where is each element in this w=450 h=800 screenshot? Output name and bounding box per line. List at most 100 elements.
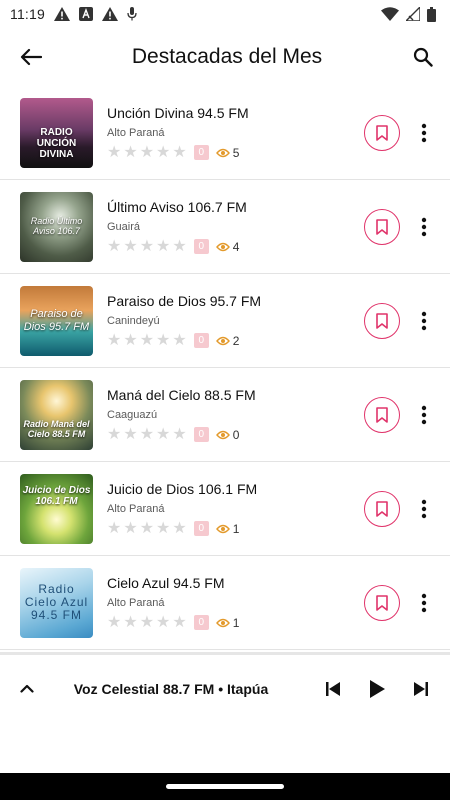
- star-icon[interactable]: ★: [172, 426, 186, 443]
- star-icon[interactable]: ★: [123, 332, 137, 349]
- rating-badge: 0: [193, 427, 209, 442]
- star-rating[interactable]: ★ ★ ★ ★ ★: [107, 144, 187, 161]
- star-icon[interactable]: ★: [156, 426, 170, 443]
- app-bar: Destacadas del Mes: [0, 28, 450, 86]
- view-count-value: 1: [232, 521, 240, 536]
- station-list: RADIO UNCIÓN DIVINA Unción Divina 94.5 F…: [0, 86, 450, 650]
- bookmark-icon: [376, 312, 388, 329]
- cover-text: RADIO UNCIÓN DIVINA: [36, 127, 77, 160]
- cover-text: Juicio de Dios 106.1 FM: [22, 484, 91, 507]
- star-icon[interactable]: ★: [107, 520, 121, 537]
- wifi-icon: [381, 7, 399, 21]
- star-icon[interactable]: ★: [156, 144, 170, 161]
- view-count-value: 5: [232, 145, 240, 160]
- star-rating[interactable]: ★ ★ ★ ★ ★: [107, 520, 187, 537]
- star-icon[interactable]: ★: [140, 144, 154, 161]
- star-icon[interactable]: ★: [107, 144, 121, 161]
- rating-badge: 0: [193, 521, 209, 536]
- bookmark-button[interactable]: [364, 584, 400, 621]
- arrow-left-icon: [20, 48, 42, 66]
- skip-previous-icon: [326, 681, 340, 696]
- more-options-button[interactable]: [414, 212, 434, 242]
- star-icon[interactable]: ★: [123, 426, 137, 443]
- previous-button[interactable]: [318, 674, 348, 704]
- star-icon[interactable]: ★: [107, 332, 121, 349]
- star-icon[interactable]: ★: [172, 614, 186, 631]
- rating-badge: 0: [193, 615, 209, 630]
- view-count: 0: [215, 428, 239, 442]
- star-icon[interactable]: ★: [140, 520, 154, 537]
- eye-icon: [215, 524, 230, 533]
- more-options-button[interactable]: [414, 306, 434, 336]
- rating-badge: 0: [193, 239, 209, 254]
- star-icon[interactable]: ★: [107, 426, 121, 443]
- now-playing-title: Voz Celestial 88.7 FM • Itapúa: [73, 680, 269, 697]
- star-icon[interactable]: ★: [140, 238, 154, 255]
- star-icon[interactable]: ★: [172, 520, 186, 537]
- star-icon[interactable]: ★: [140, 614, 154, 631]
- station-location: Alto Paraná: [107, 126, 165, 139]
- star-icon[interactable]: ★: [123, 238, 137, 255]
- star-icon[interactable]: ★: [156, 238, 170, 255]
- star-icon[interactable]: ★: [140, 426, 154, 443]
- star-rating[interactable]: ★ ★ ★ ★ ★: [107, 238, 187, 255]
- list-item[interactable]: Radio Último Aviso 106.7 Último Aviso 10…: [0, 180, 450, 274]
- battery-icon: [427, 6, 436, 22]
- more-vertical-icon: [421, 123, 427, 142]
- star-icon[interactable]: ★: [156, 332, 170, 349]
- station-cover: RADIO UNCIÓN DIVINA: [20, 97, 93, 168]
- bookmark-button[interactable]: [364, 302, 400, 339]
- star-icon[interactable]: ★: [107, 238, 121, 255]
- warning-icon: [54, 7, 70, 21]
- bookmark-button[interactable]: [364, 396, 400, 433]
- list-item[interactable]: Juicio de Dios 106.1 FM Juicio de Dios 1…: [0, 462, 450, 556]
- star-icon[interactable]: ★: [123, 520, 137, 537]
- star-icon[interactable]: ★: [172, 238, 186, 255]
- star-icon[interactable]: ★: [123, 144, 137, 161]
- cover-text: Radio Maná del Cielo 88.5 FM: [23, 418, 90, 439]
- list-item[interactable]: Radio Cielo Azul 94.5 FM Cielo Azul 94.5…: [0, 556, 450, 650]
- eye-icon: [215, 618, 230, 627]
- expand-player-button[interactable]: [16, 678, 38, 700]
- bookmark-button[interactable]: [364, 208, 400, 245]
- station-cover: Radio Maná del Cielo 88.5 FM: [20, 379, 93, 450]
- station-cover: Radio Cielo Azul 94.5 FM: [20, 567, 93, 638]
- play-button[interactable]: [362, 674, 392, 704]
- view-count-value: 2: [232, 333, 240, 348]
- star-rating[interactable]: ★ ★ ★ ★ ★: [107, 614, 187, 631]
- cover-text: Radio Último Aviso 106.7: [30, 215, 83, 236]
- bookmark-icon: [376, 594, 388, 611]
- next-button[interactable]: [406, 674, 436, 704]
- status-time: 11:19: [10, 6, 45, 22]
- system-navigation-bar: [0, 773, 450, 800]
- more-options-button[interactable]: [414, 118, 434, 148]
- home-indicator[interactable]: [166, 784, 284, 789]
- bookmark-icon: [376, 218, 388, 235]
- star-icon[interactable]: ★: [140, 332, 154, 349]
- star-icon[interactable]: ★: [123, 614, 137, 631]
- more-options-button[interactable]: [414, 400, 434, 430]
- star-icon[interactable]: ★: [172, 332, 186, 349]
- bookmark-icon: [376, 500, 388, 517]
- search-button[interactable]: [408, 42, 438, 72]
- back-button[interactable]: [16, 42, 46, 72]
- more-options-button[interactable]: [414, 588, 434, 618]
- bookmark-button[interactable]: [364, 114, 400, 151]
- list-item[interactable]: RADIO UNCIÓN DIVINA Unción Divina 94.5 F…: [0, 86, 450, 180]
- mini-player[interactable]: Voz Celestial 88.7 FM • Itapúa: [0, 652, 450, 722]
- more-vertical-icon: [421, 311, 427, 330]
- star-icon[interactable]: ★: [156, 614, 170, 631]
- play-icon: [370, 679, 385, 698]
- list-item[interactable]: Radio Maná del Cielo 88.5 FM Maná del Ci…: [0, 368, 450, 462]
- star-rating[interactable]: ★ ★ ★ ★ ★: [107, 332, 187, 349]
- list-item[interactable]: Paraiso de Dios 95.7 FM Paraiso de Dios …: [0, 274, 450, 368]
- rating-badge: 0: [193, 145, 209, 160]
- bookmark-button[interactable]: [364, 490, 400, 527]
- star-icon[interactable]: ★: [156, 520, 170, 537]
- star-icon[interactable]: ★: [172, 144, 186, 161]
- station-name: Maná del Cielo 88.5 FM: [107, 386, 256, 403]
- more-options-button[interactable]: [414, 494, 434, 524]
- view-count: 5: [215, 145, 240, 160]
- star-icon[interactable]: ★: [107, 614, 121, 631]
- star-rating[interactable]: ★ ★ ★ ★ ★: [107, 426, 187, 443]
